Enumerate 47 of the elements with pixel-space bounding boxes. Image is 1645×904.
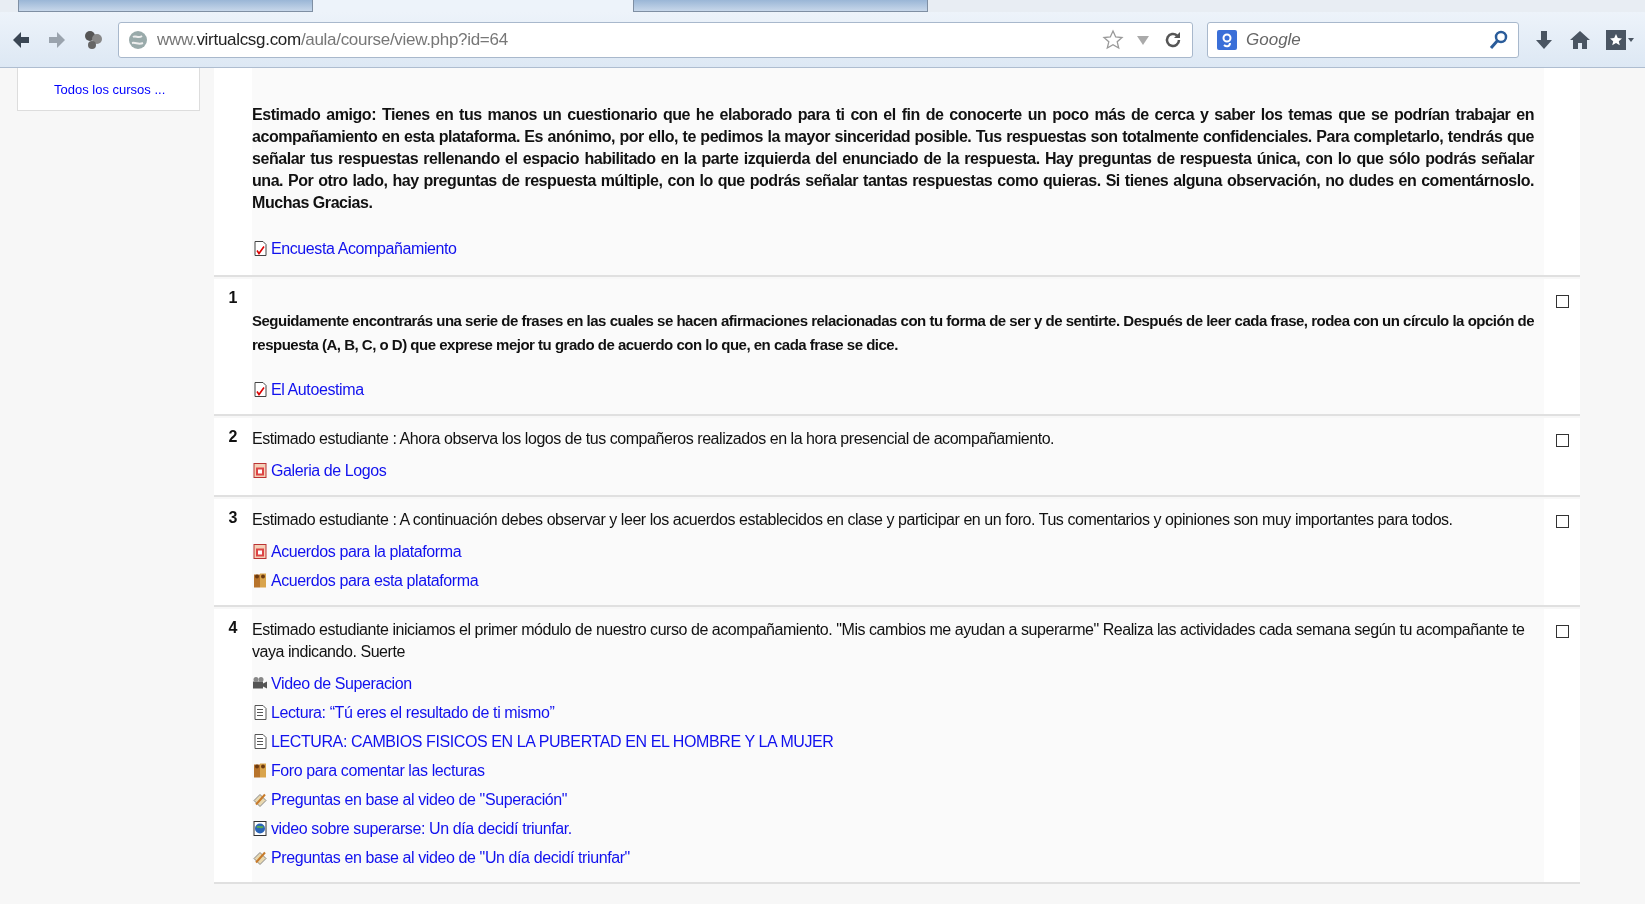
pencil-paper-icon: [252, 849, 268, 866]
addon-icon[interactable]: [82, 28, 104, 51]
section-number: 3: [228, 509, 238, 526]
activity-link[interactable]: El Autoestima: [271, 380, 364, 399]
activity-link[interactable]: Foro para comentar las lecturas: [271, 761, 485, 780]
checkbox[interactable]: [1555, 625, 1569, 638]
activity-link[interactable]: Preguntas en base al video de "Superación": [271, 790, 568, 809]
sidebar-link[interactable]: Todos los cursos ...: [54, 82, 166, 97]
section-summary: Estimado estudiante : Ahora observa los logos de tus compañeros realizados en la hora presencial de acompañamiento.: [252, 429, 1056, 449]
section-summary: Estimado estudiante : A continuación debes observar y leer los acuerdos establecidos en clase y participar en un foro. Tus comentarios y opiniones son muy importantes para todos.: [252, 510, 1454, 530]
activity-link[interactable]: Galeria de Logos: [271, 461, 387, 480]
star-icon[interactable]: [1102, 28, 1124, 51]
download-icon[interactable]: [1533, 28, 1555, 51]
activity-link[interactable]: LECTURA: CAMBIOS FISICOS EN LA PUBERTAD EN EL HOMBRE Y LA MUJER: [271, 732, 834, 751]
document-page-icon: [252, 733, 268, 750]
section-summary: Estimado amigo: Tienes en tus manos un cuestionario que he elaborado para ti con el fin de conocerte un poco más de cerca y saber los temas que se podrían trabajar en acompañamiento en esta plataforma. Es anónimo, por ello, te pedimos la mayor sinceridad posible. Tus respuestas son totalmente confidenciales. Para completarlo, tendrás que señalar tus respuestas rellenando el espacio habilitado en la parte izquierda del enunciado de la respuesta. Hay preguntas de respuesta única, con lo que sólo podrás señalar una. Por otro lado, hay preguntas de respuesta múltiple, con lo que podrás señalar tantas respuestas como quieras. Si tienes alguna observación, no dudes en comentárnoslo. Muchas Gracias.: [252, 105, 1534, 213]
activity-link[interactable]: Encuesta Acompañamiento: [271, 239, 457, 258]
activity-link[interactable]: Acuerdos para la plataforma: [271, 542, 462, 561]
url-text: www.virtualcsg.com/aula/course/view.php?id=64: [157, 29, 509, 50]
checkbox[interactable]: [1555, 515, 1569, 528]
google-logo-icon: [1216, 28, 1238, 51]
checkbox[interactable]: [1555, 434, 1569, 447]
search-bar[interactable]: Google: [1207, 21, 1519, 58]
quiz-document-icon: [252, 381, 268, 398]
activity-link[interactable]: Video de Superacion: [271, 674, 412, 693]
section-number: 4: [228, 619, 238, 636]
activity-link[interactable]: Lectura: “Tú eres el resultado de ti mismo”: [271, 703, 555, 722]
document-page-icon: [252, 704, 268, 721]
section-number: 1: [228, 289, 238, 306]
search-icon[interactable]: [1488, 28, 1510, 51]
address-bar[interactable]: www.virtualcsg.com/aula/course/view.php?id=64: [118, 21, 1193, 58]
activity-link[interactable]: video sobre superarse: Un día decidí triunfar.: [271, 819, 572, 838]
section-summary: Estimado estudiante iniciamos el primer módulo de nuestro curso de acompañamiento. "Mis cambios me ayudan a superarme" Realiza las actividades cada semana según tu acompañante te vaya indicando. Suerte: [252, 620, 1526, 662]
bookmarks-icon[interactable]: [1605, 28, 1635, 51]
search-field[interactable]: Google: [1244, 28, 1482, 51]
quiz-document-icon: [252, 240, 268, 257]
people-icon: [252, 762, 268, 779]
video-camera-icon: [252, 675, 268, 692]
section-number: 2: [228, 428, 238, 445]
globe-icon: [127, 28, 149, 51]
people-icon: [252, 572, 268, 589]
checkbox[interactable]: [1555, 295, 1569, 308]
pencil-paper-icon: [252, 791, 268, 808]
activity-link[interactable]: Preguntas en base al video de "Un día decidí triunfar": [271, 848, 630, 867]
activity-link[interactable]: Acuerdos para esta plataforma: [271, 571, 479, 590]
section-summary: Seguidamente encontrarás una serie de frases en las cuales se hacen afirmaciones relacionadas con tu forma de ser y de sentirte. Después de leer cada frase, rodea con un círculo la opción de respuesta (A, B, C, o D) que exprese mejor tu grado de acuerdo con lo que, en cada frase se dice.: [252, 311, 1534, 355]
home-icon[interactable]: [1569, 28, 1591, 51]
